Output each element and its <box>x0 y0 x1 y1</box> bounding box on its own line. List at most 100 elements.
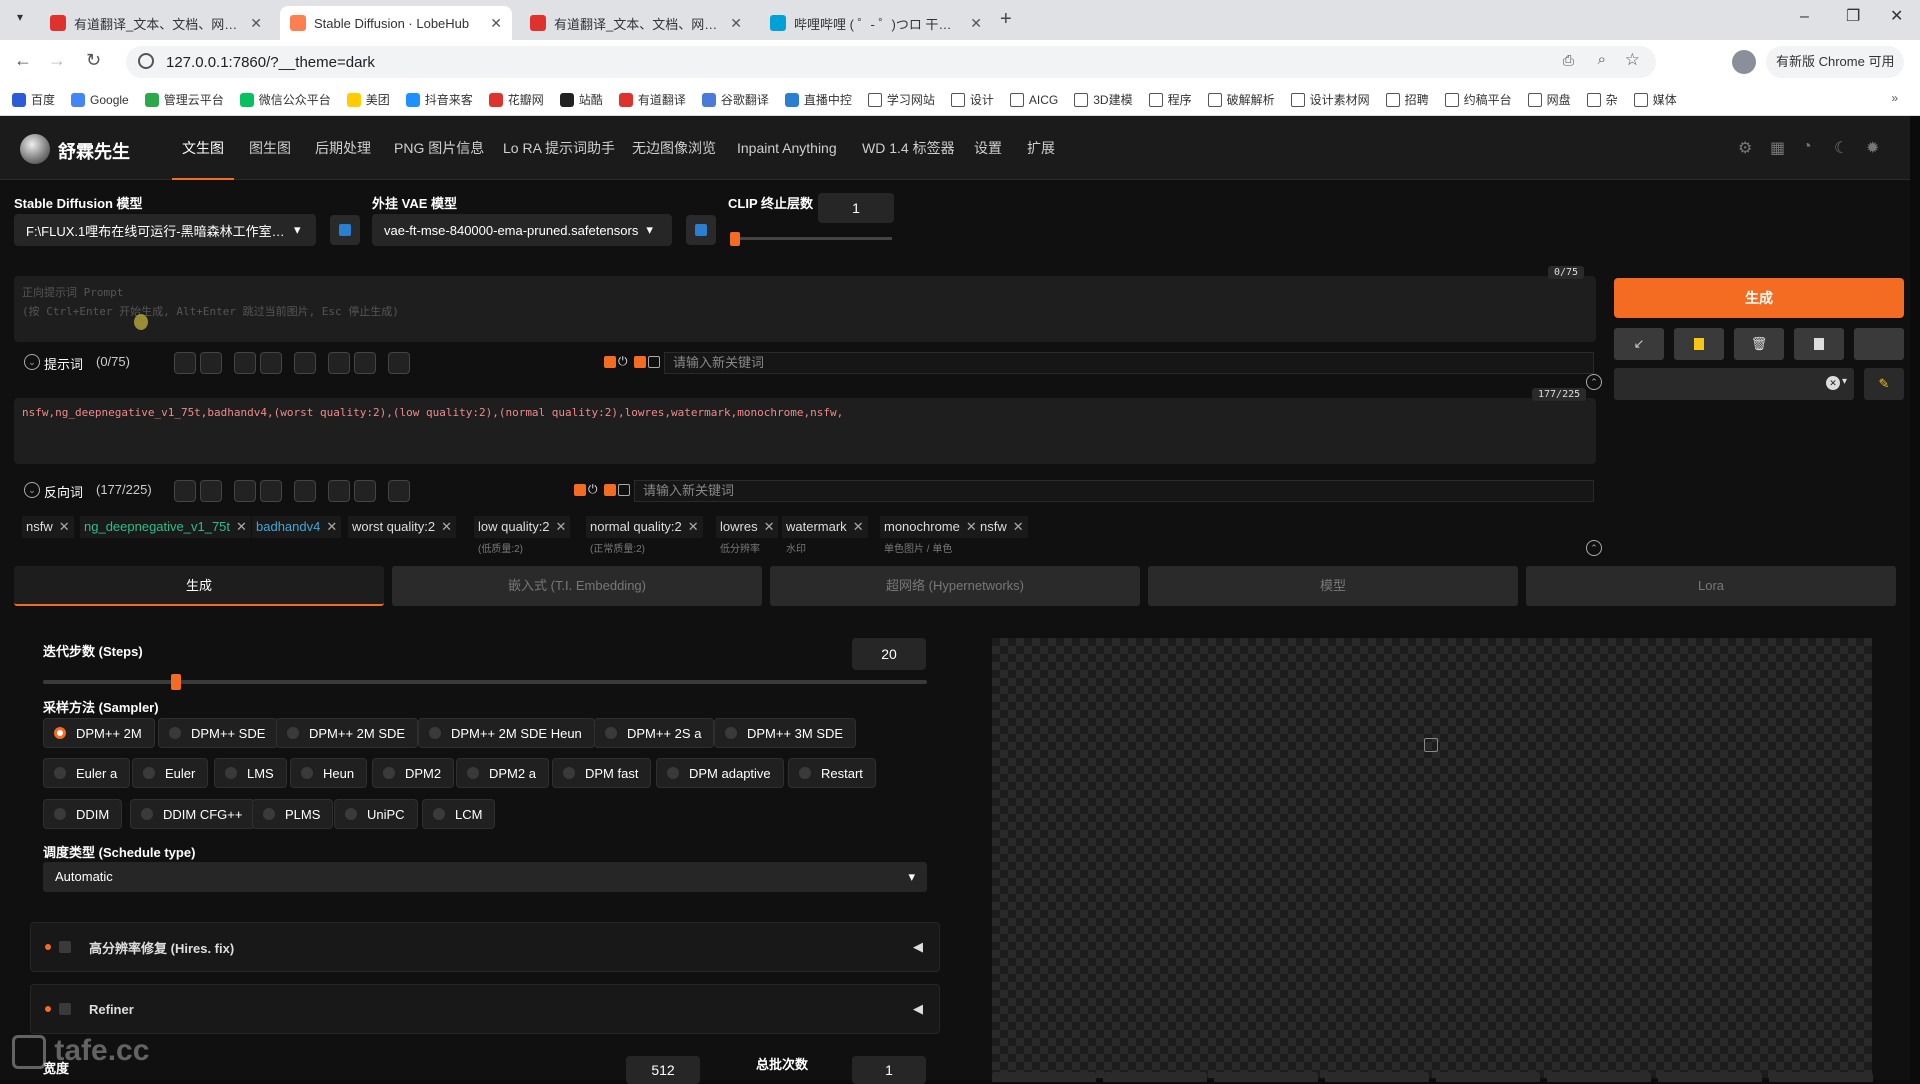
sampler-option[interactable]: DPM++ SDE <box>158 718 279 748</box>
clip-skip-slider-track[interactable] <box>732 237 892 240</box>
browser-tab[interactable]: 哔哩哔哩 ( ゜- ゜)つロ 干杯~-b ✕ <box>760 6 992 40</box>
refiner-accordion[interactable]: Refiner ◀ <box>30 984 940 1034</box>
subtab[interactable]: 模型 <box>1148 566 1518 606</box>
paste-icon[interactable] <box>234 352 256 374</box>
negative-tag[interactable]: low quality:2 ✕ <box>474 516 571 538</box>
close-tab-icon[interactable]: ✕ <box>490 15 502 32</box>
clip-skip-input[interactable]: 1 <box>818 193 894 223</box>
negative-tag[interactable]: badhandv4 ✕ <box>252 516 342 538</box>
negative-tag[interactable]: lowres ✕ <box>716 516 779 538</box>
sampler-option[interactable]: LMS <box>214 758 287 788</box>
browser-tab[interactable]: Stable Diffusion · LobeHub ✕ <box>280 6 512 40</box>
bookmark-item[interactable]: 破解解析 <box>1207 91 1275 108</box>
bookmark-item[interactable]: 谷歌翻译 <box>701 91 769 108</box>
sampler-option[interactable]: Euler a <box>43 758 131 788</box>
checkbox-icon[interactable] <box>634 356 646 368</box>
gear-icon[interactable] <box>200 480 222 502</box>
nav-tab[interactable]: 后期处理 <box>315 116 371 180</box>
bookmark-item[interactable]: 百度 <box>12 91 55 108</box>
sampler-option[interactable]: DPM adaptive <box>656 758 784 788</box>
restore-button[interactable]: ❐ <box>1846 6 1860 26</box>
zoom-icon[interactable]: ⌕ <box>1598 51 1606 68</box>
negative-keyword-input[interactable]: 请输入新关键词 <box>634 480 1594 502</box>
nav-tab[interactable]: 文生图 <box>172 116 234 180</box>
output-action-button[interactable] <box>1214 1072 1318 1082</box>
checkbox-icon[interactable] <box>574 484 586 496</box>
save-icon[interactable] <box>260 480 282 502</box>
sampler-option[interactable]: DPM++ 2M SDE Heun <box>418 718 595 748</box>
bookmark-item[interactable]: 招聘 <box>1385 91 1429 108</box>
sampler-option[interactable]: DPM fast <box>552 758 652 788</box>
nav-tab[interactable]: 图生图 <box>249 116 291 180</box>
sampler-option[interactable]: DDIM <box>43 799 123 829</box>
browser-tab[interactable]: 有道翻译_文本、文档、网页、 ✕ <box>520 6 752 40</box>
github-icon[interactable]: ◔ <box>1802 138 1812 156</box>
output-action-button[interactable] <box>1769 1072 1873 1082</box>
subtab[interactable]: Lora <box>1526 566 1896 606</box>
bookmark-item[interactable]: 程序 <box>1148 91 1192 108</box>
new-tab-button[interactable]: + <box>1000 8 1012 31</box>
subtab[interactable]: 生成 <box>14 566 384 606</box>
site-info-icon[interactable] <box>138 53 154 69</box>
prompt-keyword-input[interactable]: 请输入新关键词 <box>664 352 1594 374</box>
remove-tag-icon[interactable]: ✕ <box>1013 519 1024 534</box>
sampler-option[interactable]: DPM++ 2M SDE <box>276 718 419 748</box>
nav-tab[interactable]: Inpaint Anything <box>737 116 837 180</box>
sampler-option[interactable]: Euler <box>132 758 209 788</box>
bookmark-item[interactable]: 学习网站 <box>867 91 935 108</box>
back-icon[interactable]: ← <box>14 50 32 71</box>
negative-tag[interactable]: monochrome ✕ <box>880 516 981 538</box>
close-tab-icon[interactable]: ✕ <box>250 15 262 32</box>
browser-tab[interactable]: 有道翻译_文本、文档、网页、 ✕ <box>40 6 272 40</box>
bookmark-item[interactable]: 约稿平台 <box>1444 91 1512 108</box>
bookmark-item[interactable]: 媒体 <box>1633 91 1677 108</box>
bookmark-item[interactable]: 3D建模 <box>1074 91 1133 108</box>
bookmark-item[interactable]: Google <box>71 92 129 107</box>
update-chrome-button[interactable]: 有新版 Chrome 可用 <box>1766 46 1905 78</box>
negative-tag[interactable]: nsfw ✕ <box>976 516 1028 538</box>
bookmark-item[interactable]: 杂 <box>1586 91 1618 108</box>
trash-icon[interactable] <box>354 352 376 374</box>
output-action-button[interactable] <box>1658 1072 1762 1082</box>
remove-tag-icon[interactable]: ✕ <box>326 519 337 534</box>
bookmark-item[interactable]: 美团 <box>346 91 390 108</box>
sd-model-select[interactable]: F:\FLUX.1哩布在线可运行-黑暗森林工作室_Fl ▾ <box>14 214 316 246</box>
vae-select[interactable]: vae-ft-mse-840000-ema-pruned.safetensors… <box>372 214 672 246</box>
close-tab-icon[interactable]: ✕ <box>970 15 982 32</box>
clear-icon[interactable]: ✕ <box>1826 376 1840 390</box>
sampler-option[interactable]: DPM2 <box>372 758 455 788</box>
steps-input[interactable]: 20 <box>852 638 926 670</box>
steps-slider-thumb[interactable] <box>170 674 181 690</box>
copy-icon[interactable] <box>328 352 350 374</box>
bookmark-item[interactable]: 有道翻译 <box>618 91 686 108</box>
forward-icon[interactable]: → <box>48 50 66 71</box>
subtab[interactable]: 嵌入式 (T.I. Embedding) <box>392 566 762 606</box>
bookmark-item[interactable]: 管理云平台 <box>144 91 224 108</box>
nav-tab[interactable]: Lo RA 提示词助手 <box>503 116 615 180</box>
hires-fix-accordion[interactable]: 高分辨率修复 (Hires. fix) ◀ <box>30 922 940 972</box>
remove-tag-icon[interactable]: ✕ <box>764 519 775 534</box>
bookmark-item[interactable]: 网盘 <box>1527 91 1571 108</box>
collapse-up-icon[interactable]: ⌃ <box>1586 374 1602 390</box>
trash-icon-button[interactable]: 🗑 <box>1734 328 1784 360</box>
globe-icon[interactable] <box>174 480 196 502</box>
install-icon[interactable]: ⎙ <box>1563 52 1574 69</box>
power-icon[interactable]: ⏻ <box>618 354 628 369</box>
arrow-icon-button[interactable]: ↙ <box>1614 328 1664 360</box>
copy-icon[interactable] <box>328 480 350 502</box>
output-action-button[interactable] <box>1547 1072 1651 1082</box>
globe-icon[interactable] <box>174 352 196 374</box>
sampler-option[interactable]: DPM2 a <box>456 758 549 788</box>
address-bar[interactable]: 127.0.0.1:7860/?__theme=dark ⎙ ⌕ ☆ <box>126 46 1656 78</box>
remove-tag-icon[interactable]: ✕ <box>556 519 567 534</box>
close-window-button[interactable]: ✕ <box>1890 6 1903 26</box>
checkbox-icon[interactable] <box>618 484 630 496</box>
gear-icon[interactable] <box>200 352 222 374</box>
collapse-up-icon[interactable]: ⌃ <box>1586 540 1602 556</box>
generate-button[interactable]: 生成 <box>1614 278 1904 318</box>
remove-tag-icon[interactable]: ✕ <box>236 519 247 534</box>
minimize-button[interactable]: – <box>1800 8 1809 26</box>
output-action-button[interactable] <box>1325 1072 1429 1082</box>
settings-icon[interactable] <box>388 352 410 374</box>
extra-button[interactable] <box>1854 328 1904 360</box>
